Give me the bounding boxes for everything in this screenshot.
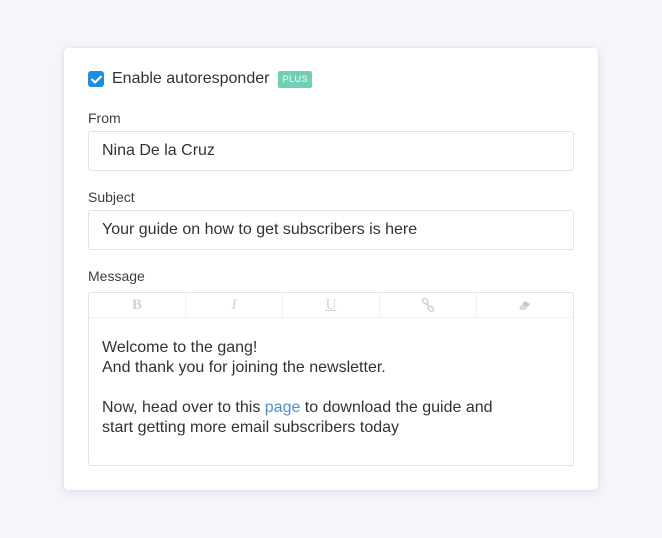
message-text: to download the guide and	[300, 399, 493, 416]
enable-autoresponder-label[interactable]: Enable autoresponder	[112, 70, 269, 88]
bold-button[interactable]: B	[89, 293, 186, 317]
page-link[interactable]: page	[265, 399, 301, 416]
message-line: And thank you for joining the newsletter…	[102, 359, 386, 376]
message-line: Welcome to the gang!	[102, 339, 258, 356]
message-line: start getting more email subscribers tod…	[102, 419, 400, 436]
clear-format-button[interactable]	[477, 293, 573, 317]
autoresponder-card: Enable autoresponder PLUS From Subject M…	[64, 48, 598, 490]
from-input[interactable]	[88, 131, 574, 171]
message-editor[interactable]: B I U Welcome to the gang! And thank you…	[88, 292, 574, 466]
message-body[interactable]: Welcome to the gang! And thank you for j…	[89, 318, 573, 438]
underline-button[interactable]: U	[283, 293, 380, 317]
checkmark-icon	[90, 75, 102, 83]
italic-button[interactable]: I	[186, 293, 283, 317]
message-text: Now, head over to this	[102, 399, 265, 416]
subject-input[interactable]	[88, 210, 574, 250]
from-label: From	[88, 110, 121, 126]
eraser-icon	[519, 301, 530, 310]
enable-autoresponder-row[interactable]: Enable autoresponder PLUS	[88, 69, 312, 89]
editor-toolbar: B I U	[89, 293, 573, 318]
enable-autoresponder-checkbox[interactable]	[88, 71, 104, 87]
link-button[interactable]	[380, 293, 477, 317]
message-line: Now, head over to this page to download …	[102, 398, 560, 418]
subject-label: Subject	[88, 189, 135, 205]
link-icon	[421, 298, 435, 312]
message-label: Message	[88, 268, 145, 284]
plus-badge: PLUS	[278, 70, 312, 88]
